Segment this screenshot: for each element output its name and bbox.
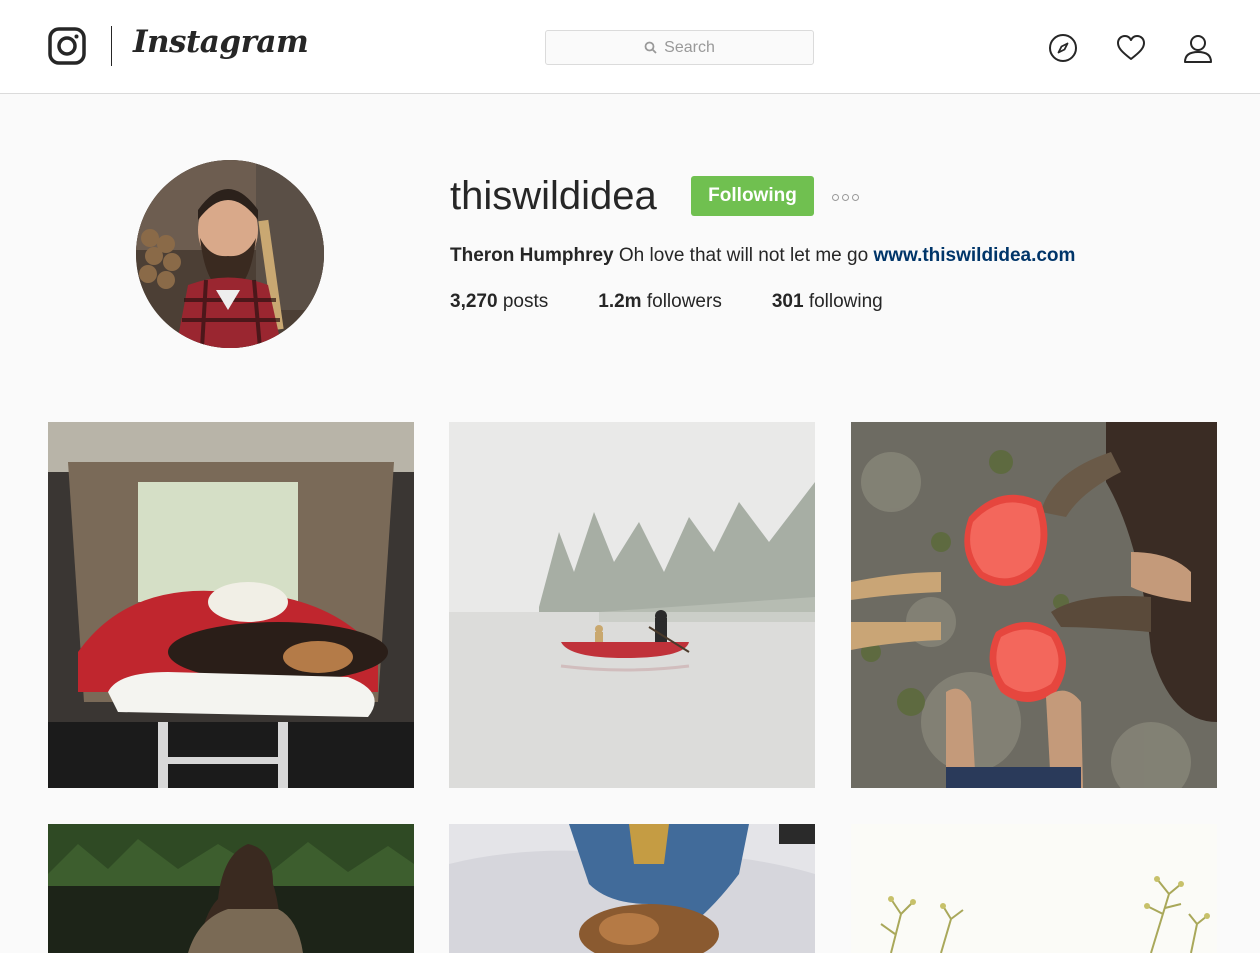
following-count: 301	[771, 291, 804, 312]
followers-count: 1.2m	[598, 291, 642, 312]
profile-avatar	[136, 160, 324, 348]
logo-divider	[111, 26, 112, 66]
instagram-wordmark[interactable]: Instagram	[133, 24, 309, 60]
search-icon	[644, 41, 657, 54]
followers-stat[interactable]: 1.2m followers	[598, 288, 722, 316]
profile-stats: 3,270 posts 1.2m followers 301 following	[450, 288, 933, 316]
post-thumbnail[interactable]	[851, 824, 1217, 953]
profile-full-name: Theron Humphrey	[450, 245, 614, 266]
search-input[interactable]: Search	[545, 30, 814, 65]
post-thumbnail[interactable]	[48, 422, 414, 788]
more-dot-icon	[832, 193, 839, 201]
followers-label: followers	[646, 291, 722, 312]
instagram-logo-icon[interactable]	[48, 27, 86, 65]
posts-stat: 3,270 posts	[450, 288, 548, 316]
following-label: following	[808, 291, 883, 312]
posts-count: 3,270	[450, 291, 498, 312]
posts-label: posts	[502, 291, 549, 312]
more-options-button[interactable]	[832, 191, 866, 203]
user-icon[interactable]	[1183, 33, 1213, 63]
profile-bio: Theron Humphrey Oh love that will not le…	[450, 242, 1075, 270]
top-navigation-bar: Instagram Search	[0, 0, 1260, 94]
search-placeholder: Search	[664, 38, 715, 56]
following-button[interactable]: Following	[691, 176, 814, 216]
heart-icon[interactable]	[1116, 33, 1146, 63]
more-dot-icon	[842, 193, 849, 201]
following-stat[interactable]: 301 following	[772, 288, 883, 316]
bio-text: Oh love that will not let me go	[618, 245, 869, 266]
compass-icon[interactable]	[1048, 33, 1078, 63]
profile-website-link[interactable]: www.thiswildidea.com	[873, 245, 1075, 266]
post-thumbnail[interactable]	[449, 824, 815, 953]
post-thumbnail[interactable]	[449, 422, 815, 788]
post-thumbnail[interactable]	[48, 824, 414, 953]
more-dot-icon	[852, 193, 859, 201]
profile-username: thiswildidea	[450, 174, 657, 218]
post-thumbnail[interactable]	[851, 422, 1217, 788]
